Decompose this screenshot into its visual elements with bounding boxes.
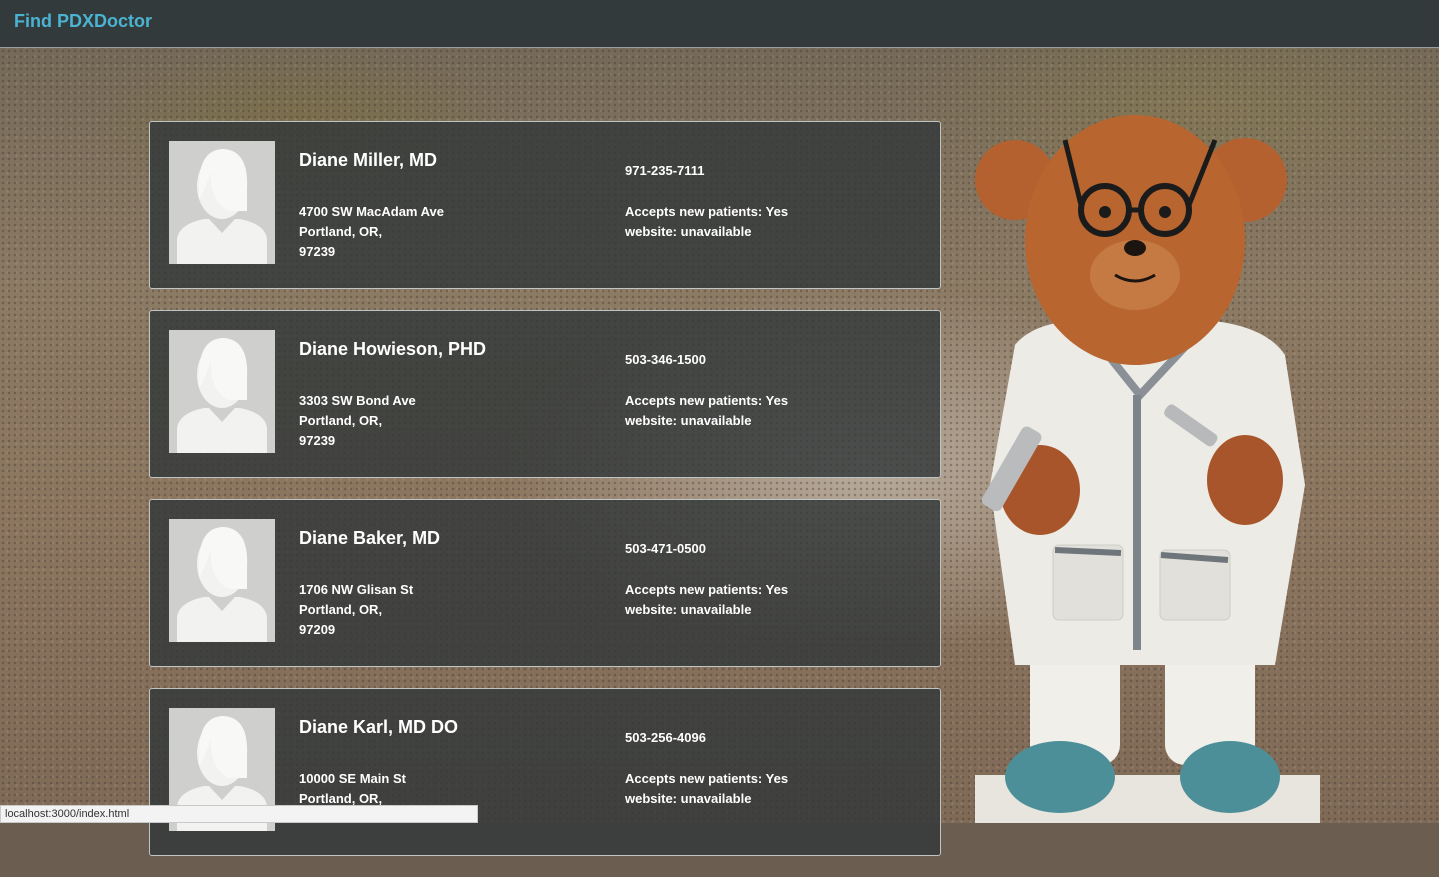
- doctor-meta: Accepts new patients: Yes website: unava…: [625, 769, 788, 809]
- doctor-address: 3303 SW Bond Ave Portland, OR, 97239: [299, 391, 416, 451]
- doctor-phone: 971-235-7111: [625, 163, 705, 178]
- doctor-meta: Accepts new patients: Yes website: unava…: [625, 391, 788, 431]
- address-zip: 97239: [299, 244, 336, 259]
- doctor-name: Diane Karl, MD DO: [299, 717, 459, 737]
- accepts-new-patients: Accepts new patients: Yes: [625, 582, 789, 597]
- address-street: 3303 SW Bond Ave: [299, 393, 416, 408]
- doctor-address: 1706 NW Glisan St Portland, OR, 97209: [299, 580, 413, 640]
- doctor-list: Diane Miller, MD 4700 SW MacAdam Ave Por…: [149, 121, 941, 877]
- doctor-meta: Accepts new patients: Yes website: unava…: [625, 580, 788, 620]
- address-street: 1706 NW Glisan St: [299, 582, 414, 597]
- teddy-bear-doctor-image: [975, 115, 1320, 823]
- doctor-card[interactable]: Diane Howieson, PHD 3303 SW Bond Ave Por…: [149, 310, 941, 478]
- doctor-name: Diane Miller, MD: [299, 150, 438, 170]
- address-zip: 97239: [299, 433, 336, 448]
- doctor-card[interactable]: Diane Miller, MD 4700 SW MacAdam Ave Por…: [149, 121, 941, 289]
- doctor-address: 4700 SW MacAdam Ave Portland, OR, 97239: [299, 202, 444, 262]
- address-street: 10000 SE Main St: [299, 771, 406, 786]
- accepts-new-patients: Accepts new patients: Yes: [625, 771, 789, 786]
- female-avatar-placeholder-icon: [169, 519, 275, 642]
- doctor-name: Diane Baker, MD: [299, 528, 441, 548]
- doctor-website: website: unavailable: [625, 224, 752, 239]
- doctor-card[interactable]: Diane Karl, MD DO 10000 SE Main St Portl…: [149, 688, 941, 856]
- doctor-card[interactable]: Diane Baker, MD 1706 NW Glisan St Portla…: [149, 499, 941, 667]
- accepts-new-patients: Accepts new patients: Yes: [625, 393, 789, 408]
- doctor-phone: 503-346-1500: [625, 352, 706, 367]
- doctor-phone: 503-471-0500: [625, 541, 706, 556]
- female-avatar-placeholder-icon: [169, 141, 275, 264]
- address-zip: 97209: [299, 622, 336, 637]
- brand-link[interactable]: Find PDXDoctor: [14, 11, 152, 32]
- doctor-website: website: unavailable: [625, 791, 752, 806]
- doctor-website: website: unavailable: [625, 413, 752, 428]
- browser-status-bar: localhost:3000/index.html: [0, 805, 478, 823]
- accepts-new-patients: Accepts new patients: Yes: [625, 204, 789, 219]
- navbar: Find PDXDoctor: [0, 0, 1439, 48]
- doctor-address: 10000 SE Main St Portland, OR,: [299, 769, 406, 809]
- doctor-name: Diane Howieson, PHD: [299, 339, 487, 359]
- female-avatar-placeholder-icon: [169, 330, 275, 453]
- address-city: Portland, OR,: [299, 224, 383, 239]
- address-street: 4700 SW MacAdam Ave: [299, 204, 444, 219]
- address-city: Portland, OR,: [299, 602, 383, 617]
- doctor-meta: Accepts new patients: Yes website: unava…: [625, 202, 788, 242]
- doctor-website: website: unavailable: [625, 602, 752, 617]
- doctor-phone: 503-256-4096: [625, 730, 706, 745]
- address-city: Portland, OR,: [299, 413, 383, 428]
